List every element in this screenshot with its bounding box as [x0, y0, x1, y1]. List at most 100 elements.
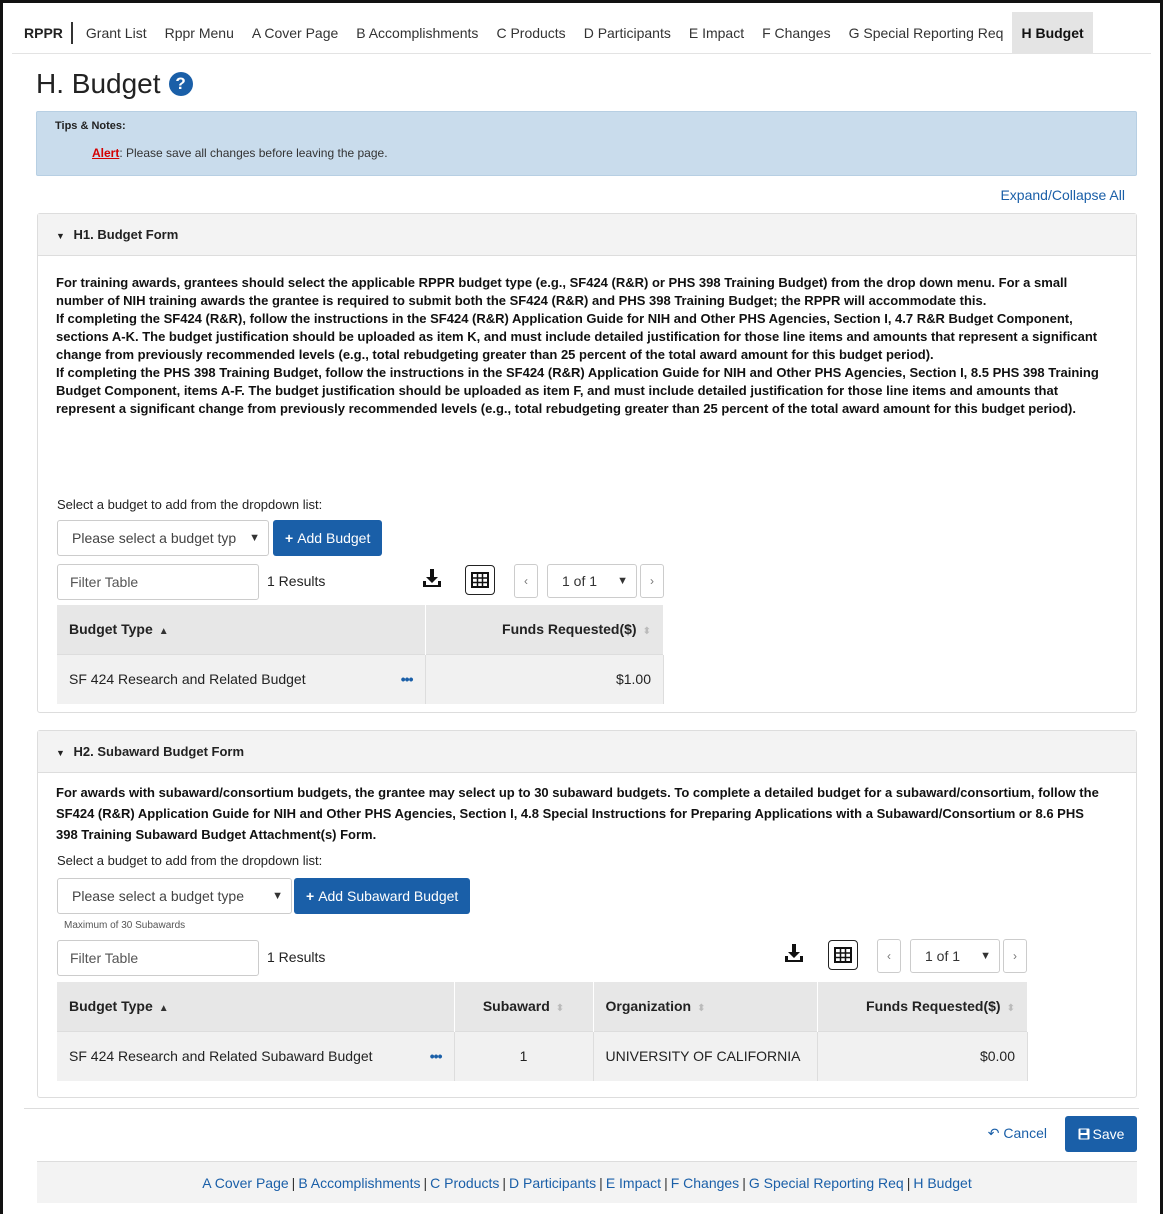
table-grid-icon: [834, 947, 852, 963]
col-funds-requested[interactable]: Funds Requested($) ⬍: [425, 605, 664, 654]
budget-type-value: SF 424 Research and Related Subaward Bud…: [69, 1048, 373, 1065]
h2-select-value: Please select a budget type: [72, 888, 245, 904]
h2-filter-input[interactable]: Filter Table: [57, 940, 259, 976]
nav-a-cover-page[interactable]: A Cover Page: [243, 12, 347, 54]
h1-budget-type-select[interactable]: Please select a budget typ ▼: [57, 520, 269, 556]
h1-panel-body: For training awards, grantees should sel…: [38, 256, 1136, 712]
h2-budget-type-select[interactable]: Please select a budget type ▼: [57, 878, 292, 914]
separator: |: [502, 1175, 507, 1191]
separator: |: [742, 1175, 746, 1191]
chevron-down-icon: ▼: [249, 532, 260, 544]
h1-paragraph-1: For training awards, grantees should sel…: [56, 275, 1068, 308]
separator: |: [599, 1175, 603, 1191]
save-button[interactable]: Save: [1065, 1116, 1137, 1152]
h1-paragraph-2: If completing the SF424 (R&R), follow th…: [56, 311, 1098, 362]
nav-b-accomplishments[interactable]: B Accomplishments: [347, 12, 487, 54]
nav-grant-list[interactable]: Grant List: [77, 12, 156, 54]
brand-rppr[interactable]: RPPR: [12, 21, 73, 44]
table-row: SF 424 Research and Related Budget ••• $…: [57, 653, 664, 704]
chevron-down-icon: ▼: [272, 890, 283, 902]
col-funds-requested[interactable]: Funds Requested($) ⬍: [817, 982, 1028, 1031]
separator: |: [423, 1175, 428, 1191]
floppy-disk-icon: [1078, 1128, 1090, 1140]
undo-arrow-icon: ↶: [987, 1125, 1004, 1141]
save-label: Save: [1092, 1126, 1125, 1142]
top-navigation: RPPR Grant List Rppr Menu A Cover Page B…: [12, 11, 1151, 54]
h1-results-count: 1 Results: [267, 573, 326, 589]
table-header-row: Budget Type ▲ Subaward ⬍ Organization ⬍ Fun…: [57, 982, 1028, 1031]
help-icon[interactable]: ?: [168, 72, 193, 96]
caret-down-icon: ▼: [56, 231, 65, 241]
row-actions-icon[interactable]: •••: [401, 671, 414, 687]
h2-subaward-budget-form-panel: ▼ H2. Subaward Budget Form For awards wi…: [37, 730, 1137, 1098]
prev-page-button[interactable]: ‹: [877, 939, 901, 973]
h1-filter-input[interactable]: Filter Table: [57, 564, 259, 600]
next-page-button[interactable]: ›: [1003, 939, 1027, 973]
nav-h-budget[interactable]: H Budget: [1012, 11, 1093, 54]
col-budget-type-label: Budget Type: [69, 621, 153, 638]
add-subaward-budget-button[interactable]: + Add Subaward Budget: [294, 878, 471, 914]
download-icon[interactable]: [421, 567, 443, 589]
plus-icon: +: [285, 530, 294, 546]
bottom-nav-f-changes[interactable]: F Changes: [671, 1175, 739, 1191]
sort-ascending-icon: ▲: [158, 626, 169, 638]
nav-d-participants[interactable]: D Participants: [575, 12, 680, 54]
cell-organization: UNIVERSITY OF CALIFORNIA: [593, 1030, 818, 1081]
download-icon[interactable]: [783, 942, 805, 964]
sort-icon: ⬍: [642, 626, 651, 638]
col-budget-type[interactable]: Budget Type ▲: [57, 605, 426, 654]
expand-collapse-all-link[interactable]: Expand/Collapse All: [1000, 187, 1125, 203]
h2-panel-body: For awards with subaward/consortium budg…: [38, 773, 1136, 1097]
prev-page-button[interactable]: ‹: [514, 564, 538, 598]
h2-instructions: For awards with subaward/consortium budg…: [56, 773, 1106, 845]
add-budget-button[interactable]: + Add Budget: [273, 520, 383, 556]
bottom-nav-b-accomplishments[interactable]: B Accomplishments: [298, 1175, 420, 1191]
col-budget-type[interactable]: Budget Type ▲: [57, 982, 455, 1031]
h1-select-value: Please select a budget typ: [72, 530, 237, 546]
chevron-down-icon: ▼: [980, 950, 991, 962]
h1-panel-header[interactable]: ▼ H1. Budget Form: [38, 214, 1136, 256]
table-columns-button[interactable]: [465, 565, 495, 595]
bottom-nav-c-products[interactable]: C Products: [430, 1175, 499, 1191]
h1-budget-table: Budget Type ▲ Funds Requested($) ⬍ SF 424 …: [57, 605, 664, 704]
col-funds-requested-label: Funds Requested($): [866, 998, 1001, 1015]
cell-funds: $1.00: [425, 653, 664, 704]
h1-page-select[interactable]: 1 of 1 ▼: [547, 564, 637, 598]
nav-rppr-menu[interactable]: Rppr Menu: [156, 12, 243, 54]
alert-text: : Please save all changes before leaving…: [119, 146, 388, 160]
sort-icon: ⬍: [555, 1003, 565, 1015]
h2-results-count: 1 Results: [267, 949, 326, 965]
col-subaward[interactable]: Subaward ⬍: [454, 982, 594, 1031]
chevron-left-icon: ‹: [887, 949, 891, 963]
table-row: SF 424 Research and Related Subaward Bud…: [57, 1030, 1028, 1081]
bottom-nav-e-impact[interactable]: E Impact: [606, 1175, 661, 1191]
col-funds-requested-label: Funds Requested($): [502, 621, 637, 638]
h1-page-value: 1 of 1: [562, 573, 598, 589]
col-organization[interactable]: Organization ⬍: [593, 982, 818, 1031]
table-columns-button[interactable]: [828, 940, 858, 970]
h2-panel-header[interactable]: ▼ H2. Subaward Budget Form: [38, 731, 1136, 773]
bottom-nav-h-budget[interactable]: H Budget: [913, 1175, 971, 1191]
bottom-nav-d-participants[interactable]: D Participants: [509, 1175, 596, 1191]
h2-paragraph: For awards with subaward/consortium budg…: [56, 785, 1099, 842]
separator: |: [664, 1175, 668, 1191]
chevron-right-icon: ›: [1013, 949, 1017, 963]
h2-subaward-table: Budget Type ▲ Subaward ⬍ Organization ⬍ Fun…: [57, 982, 1028, 1081]
bottom-nav-g-special-reporting[interactable]: G Special Reporting Req: [749, 1175, 904, 1191]
alert-label: Alert: [92, 146, 120, 160]
nav-g-special-reporting[interactable]: G Special Reporting Req: [840, 12, 1013, 54]
bottom-nav-a-cover-page[interactable]: A Cover Page: [202, 1175, 288, 1191]
h2-page-value: 1 of 1: [925, 948, 961, 964]
cell-subaward: 1: [454, 1030, 594, 1081]
tips-alert: Alert: Please save all changes before le…: [92, 146, 388, 160]
cell-funds: $0.00: [817, 1030, 1028, 1081]
row-actions-icon[interactable]: •••: [430, 1048, 443, 1064]
nav-c-products[interactable]: C Products: [487, 12, 574, 54]
separator: |: [906, 1175, 911, 1191]
cancel-link[interactable]: ↶ Cancel: [988, 1125, 1047, 1142]
cancel-label: Cancel: [1003, 1125, 1047, 1141]
next-page-button[interactable]: ›: [640, 564, 664, 598]
nav-e-impact[interactable]: E Impact: [680, 12, 753, 54]
nav-f-changes[interactable]: F Changes: [753, 12, 839, 54]
h2-page-select[interactable]: 1 of 1 ▼: [910, 939, 1000, 973]
